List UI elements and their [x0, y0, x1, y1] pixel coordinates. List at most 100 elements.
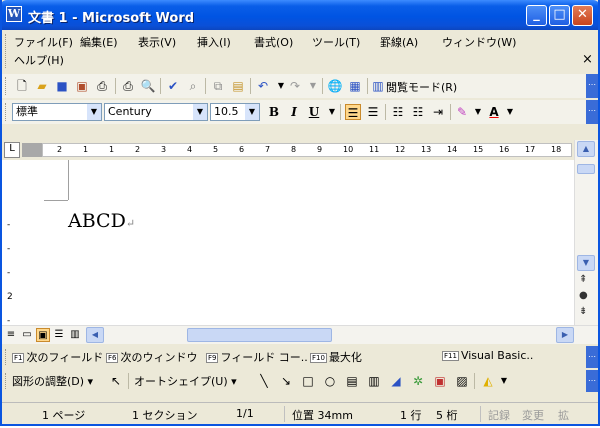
- menu-insert[interactable]: 挿入(I): [197, 34, 231, 50]
- scroll-down-icon[interactable]: ▼: [577, 255, 595, 271]
- reading-layout-icon[interactable]: ▥: [68, 328, 82, 342]
- italic-button[interactable]: I: [286, 104, 302, 120]
- permission-icon[interactable]: ▣: [74, 78, 90, 94]
- normal-view-icon[interactable]: ≡: [4, 328, 18, 342]
- scroll-thumb[interactable]: [577, 164, 595, 174]
- toolbar-options-icon[interactable]: ⋯: [586, 74, 598, 98]
- diagram-icon[interactable]: ✲: [410, 373, 426, 389]
- toolbar-options-icon[interactable]: ⋯: [586, 370, 598, 392]
- chevron-down-icon[interactable]: ▼: [245, 104, 259, 120]
- copy-icon[interactable]: ⧉: [210, 78, 226, 94]
- horizontal-ruler[interactable]: 2 1 1 2 3 4 5 6 7 8 9 10 11 12 13 14 15 16 17 18: [42, 143, 572, 157]
- font-size-select[interactable]: 10.5 ▼: [210, 103, 260, 121]
- clip-art-icon[interactable]: ▣: [432, 373, 448, 389]
- numbering-icon[interactable]: ☷: [390, 104, 406, 120]
- style-select[interactable]: 標準 ▼: [12, 103, 102, 121]
- menu-table[interactable]: 罫線(A): [380, 34, 418, 50]
- paste-icon[interactable]: ▤: [230, 78, 246, 94]
- menu-close-icon[interactable]: ×: [582, 52, 593, 67]
- vertical-scrollbar[interactable]: ▲ ▼ ⇞ ● ⇟: [574, 140, 598, 325]
- maximize-button[interactable]: □: [549, 5, 570, 26]
- ruler-margin-left[interactable]: [22, 143, 42, 157]
- draw-menu-button[interactable]: 図形の調整(D) ▾: [12, 373, 93, 389]
- outline-view-icon[interactable]: ☰: [52, 328, 66, 342]
- vertical-text-box-icon[interactable]: ▥: [366, 373, 382, 389]
- toolbar-options-icon[interactable]: ⋯: [586, 346, 598, 368]
- undo-icon[interactable]: ↶: [255, 78, 271, 94]
- horizontal-scrollbar[interactable]: ≡ ▭ ▣ ☰ ▥ ◀ ▶: [2, 325, 598, 344]
- reading-mode-button[interactable]: 閲覧モード(R): [386, 79, 457, 95]
- insert-picture-icon[interactable]: ▨: [454, 373, 470, 389]
- prev-page-icon[interactable]: ⇞: [579, 274, 587, 285]
- menu-view[interactable]: 表示(V): [138, 34, 176, 50]
- toolbar-grip[interactable]: [5, 103, 9, 121]
- bullets-icon[interactable]: ☷: [410, 104, 426, 120]
- fill-color-dropdown-icon[interactable]: ▼: [496, 373, 512, 389]
- font-color-button[interactable]: A: [486, 104, 502, 120]
- align-distributed-icon[interactable]: ☰: [365, 104, 381, 120]
- spelling-icon[interactable]: ✔: [165, 78, 181, 94]
- table-icon[interactable]: ▦: [347, 78, 363, 94]
- hyperlink-icon[interactable]: 🌐: [327, 78, 343, 94]
- h-scroll-thumb[interactable]: [187, 328, 332, 342]
- vertical-ruler[interactable]: ---2-: [2, 160, 21, 326]
- menu-help[interactable]: ヘルプ(H): [14, 52, 64, 68]
- font-color-dropdown-icon[interactable]: ▼: [502, 104, 518, 120]
- status-trk[interactable]: 変更: [522, 407, 544, 423]
- rectangle-icon[interactable]: □: [300, 373, 316, 389]
- highlight-icon[interactable]: ✎: [454, 104, 470, 120]
- save-icon[interactable]: ■: [54, 78, 70, 94]
- toolbar-options-icon[interactable]: ⋯: [586, 100, 598, 124]
- fkey-f10[interactable]: F10 最大化: [310, 349, 362, 365]
- fill-color-icon[interactable]: ◭: [480, 373, 496, 389]
- document-text[interactable]: ABCD↵: [68, 210, 135, 232]
- print-preview-icon[interactable]: 🔍: [140, 78, 156, 94]
- menu-window[interactable]: ウィンドウ(W): [442, 34, 516, 50]
- status-ext[interactable]: 拡: [558, 407, 569, 423]
- toolbar-grip[interactable]: [5, 77, 9, 95]
- fkey-f11[interactable]: F11 Visual Basic..: [442, 349, 533, 362]
- print-layout-icon[interactable]: ▣: [36, 328, 50, 342]
- toolbar-grip[interactable]: [5, 373, 9, 389]
- highlight-dropdown-icon[interactable]: ▼: [470, 104, 486, 120]
- browse-object-icon[interactable]: ●: [579, 290, 588, 301]
- minimize-button[interactable]: _: [526, 5, 547, 26]
- close-button[interactable]: ✕: [572, 5, 593, 26]
- redo-icon[interactable]: ↷: [287, 78, 303, 94]
- word-app-icon[interactable]: W: [6, 6, 22, 22]
- fkey-f6[interactable]: F6 次のウィンドウ: [106, 349, 197, 365]
- research-icon[interactable]: ⌕: [185, 78, 201, 94]
- menu-format[interactable]: 書式(O): [254, 34, 293, 50]
- align-justify-icon[interactable]: ☰: [345, 104, 361, 120]
- indent-icon[interactable]: ⇥: [430, 104, 446, 120]
- reading-mode-icon[interactable]: ▥: [370, 78, 386, 94]
- oval-icon[interactable]: ○: [322, 373, 338, 389]
- wordart-icon[interactable]: ◢: [388, 373, 404, 389]
- scroll-right-icon[interactable]: ▶: [556, 327, 574, 343]
- arrow-icon[interactable]: ↘: [278, 373, 294, 389]
- underline-button[interactable]: U: [306, 104, 322, 120]
- line-icon[interactable]: ╲: [256, 373, 272, 389]
- fkey-f9[interactable]: F9 フィールド コー..: [206, 349, 308, 365]
- text-box-icon[interactable]: ▤: [344, 373, 360, 389]
- document-area[interactable]: ABCD↵: [20, 160, 574, 325]
- next-page-icon[interactable]: ⇟: [579, 306, 587, 317]
- status-rec[interactable]: 記録: [488, 407, 510, 423]
- scroll-left-icon[interactable]: ◀: [86, 327, 104, 343]
- scroll-up-icon[interactable]: ▲: [577, 141, 595, 157]
- web-layout-icon[interactable]: ▭: [20, 328, 34, 342]
- underline-dropdown-icon[interactable]: ▼: [324, 104, 340, 120]
- redo-dropdown-icon[interactable]: ▼: [305, 78, 321, 94]
- menu-tools[interactable]: ツール(T): [312, 34, 360, 50]
- toolbar-grip[interactable]: [5, 349, 9, 365]
- print-direct-icon[interactable]: ⎙: [120, 78, 136, 94]
- menu-edit[interactable]: 編集(E): [80, 34, 118, 50]
- tab-selector[interactable]: L: [4, 142, 20, 158]
- open-folder-icon[interactable]: ▰: [34, 78, 50, 94]
- new-document-icon[interactable]: 🗋: [14, 78, 30, 94]
- select-objects-icon[interactable]: ↖: [108, 373, 124, 389]
- print-icon[interactable]: ⎙: [94, 78, 110, 94]
- bold-button[interactable]: B: [266, 104, 282, 120]
- menu-grip[interactable]: [5, 34, 9, 68]
- autoshapes-button[interactable]: オートシェイプ(U) ▾: [134, 373, 237, 389]
